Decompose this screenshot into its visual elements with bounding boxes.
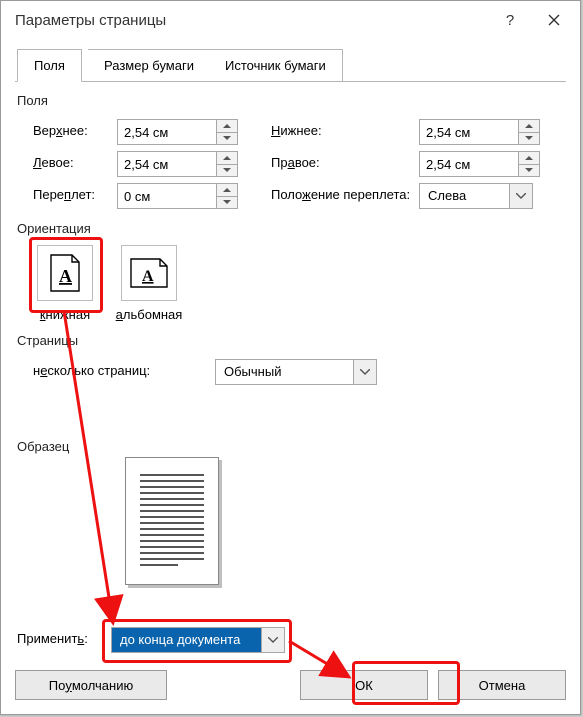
group-orientation-label: Ориентация xyxy=(17,221,91,236)
label-apply-to: Применить: xyxy=(17,631,88,646)
chevron-down-icon[interactable] xyxy=(261,628,284,652)
input-left-margin-value[interactable] xyxy=(118,152,216,176)
input-bottom-margin-value[interactable] xyxy=(420,120,518,144)
label-left-margin: Левое: xyxy=(33,155,74,170)
select-multiple-pages-value: Обычный xyxy=(216,360,353,384)
tab-paper-size[interactable]: Размер бумаги xyxy=(88,49,211,82)
spin-down-icon[interactable] xyxy=(519,165,539,177)
orientation-portrait[interactable]: A xyxy=(37,245,93,301)
page-preview xyxy=(125,457,219,585)
select-apply-to[interactable]: до конца документа xyxy=(111,627,285,653)
input-top-margin[interactable] xyxy=(117,119,238,145)
close-icon xyxy=(548,14,560,26)
label-gutter: Переплет: xyxy=(33,187,95,202)
input-gutter[interactable] xyxy=(117,183,238,209)
input-bottom-margin[interactable] xyxy=(419,119,540,145)
label-portrait: книжная xyxy=(37,307,93,322)
label-bottom-margin: Нижнее: xyxy=(271,123,322,138)
tab-fields[interactable]: Поля xyxy=(17,49,82,82)
page-portrait-icon: A xyxy=(50,254,80,292)
select-multiple-pages[interactable]: Обычный xyxy=(215,359,377,385)
spin-up-icon[interactable] xyxy=(519,152,539,165)
group-pages-label: Страницы xyxy=(17,333,78,348)
select-apply-to-value: до конца документа xyxy=(112,628,261,652)
spin-down-icon[interactable] xyxy=(217,165,237,177)
spin-down-icon[interactable] xyxy=(519,133,539,145)
svg-text:A: A xyxy=(59,266,72,286)
tab-strip: Поля Размер бумаги Источник бумаги xyxy=(15,49,566,82)
svg-text:A: A xyxy=(142,268,154,285)
input-gutter-value[interactable] xyxy=(118,184,216,208)
label-multiple-pages: несколько страниц: xyxy=(33,363,150,378)
spin-up-icon[interactable] xyxy=(217,120,237,133)
default-button[interactable]: По умолчанию xyxy=(15,670,167,700)
input-left-margin[interactable] xyxy=(117,151,238,177)
select-gutter-position[interactable]: Слева xyxy=(419,183,533,209)
input-right-margin-value[interactable] xyxy=(420,152,518,176)
spin-up-icon[interactable] xyxy=(217,152,237,165)
dialog-footer: По умолчанию ОК Отмена xyxy=(15,670,566,700)
spin-down-icon[interactable] xyxy=(217,197,237,209)
group-sample-label: Образец xyxy=(17,439,69,454)
tab-paper-source[interactable]: Источник бумаги xyxy=(209,49,343,82)
label-right-margin: Правое: xyxy=(271,155,320,170)
ok-button[interactable]: ОК xyxy=(300,670,428,700)
label-gutter-position: Положение переплета: xyxy=(271,187,410,202)
client-area: Поля Размер бумаги Источник бумаги Поля … xyxy=(15,49,566,652)
spin-up-icon[interactable] xyxy=(519,120,539,133)
spin-up-icon[interactable] xyxy=(217,184,237,197)
page-setup-dialog: Параметры страницы ? Поля Размер бумаги … xyxy=(0,0,581,715)
page-landscape-icon: A xyxy=(130,258,168,288)
close-button[interactable] xyxy=(532,4,576,36)
chevron-down-icon[interactable] xyxy=(353,360,376,384)
label-top-margin: Верхнее: xyxy=(33,123,88,138)
orientation-landscape[interactable]: A xyxy=(121,245,177,301)
label-landscape: альбомная xyxy=(113,307,185,322)
chevron-down-icon[interactable] xyxy=(509,184,532,208)
group-fields-label: Поля xyxy=(17,93,48,108)
cancel-button[interactable]: Отмена xyxy=(438,670,566,700)
input-top-margin-value[interactable] xyxy=(118,120,216,144)
select-gutter-position-value: Слева xyxy=(420,184,509,208)
input-right-margin[interactable] xyxy=(419,151,540,177)
title-bar: Параметры страницы ? xyxy=(1,1,580,39)
dialog-title: Параметры страницы xyxy=(15,12,488,29)
spin-down-icon[interactable] xyxy=(217,133,237,145)
help-button[interactable]: ? xyxy=(488,4,532,36)
